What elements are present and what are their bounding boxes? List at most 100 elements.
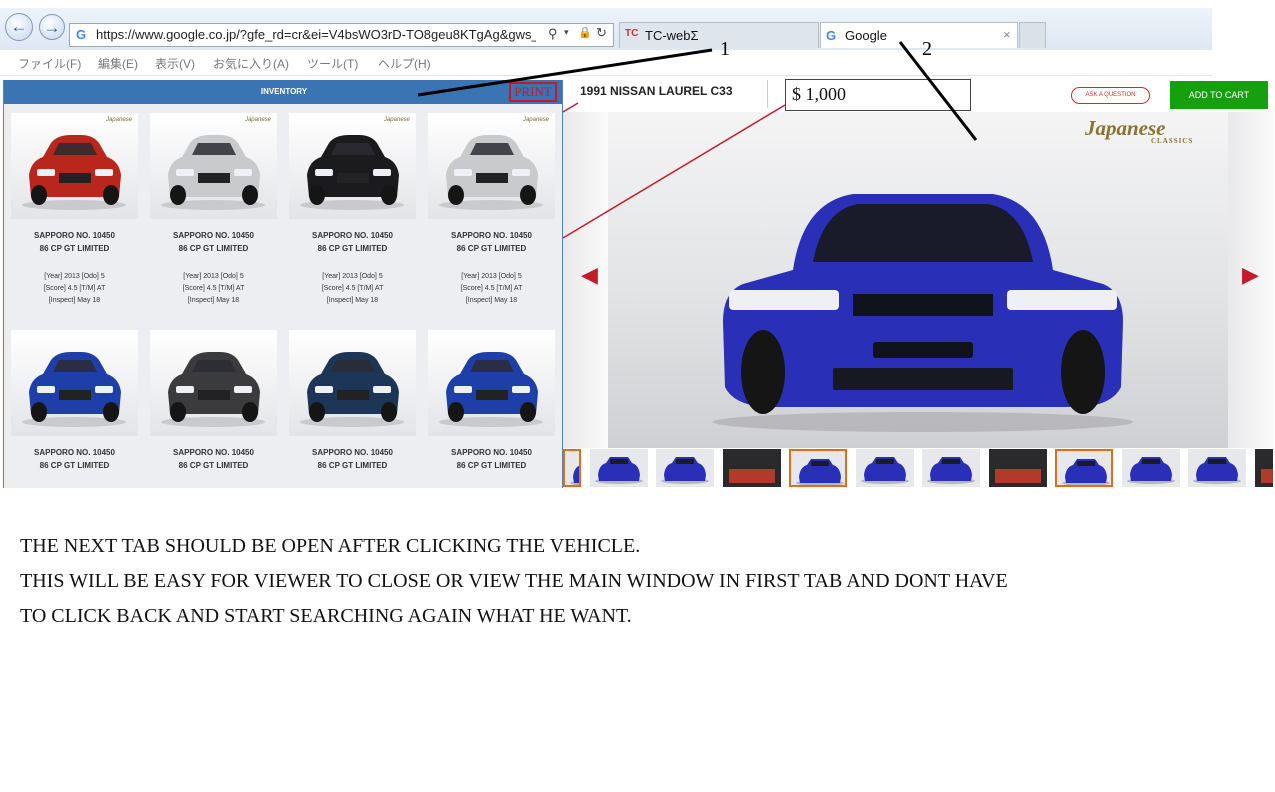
vehicle-image <box>161 135 265 210</box>
tab-google[interactable]: G Google × <box>820 22 1018 48</box>
vehicle-spec: [Inspect] May 18 <box>326 297 379 304</box>
vehicle-card[interactable]: SAPPORO NO. 1045086 CP GT LIMITED[Year] … <box>150 330 277 488</box>
refresh-icon[interactable]: ↻ <box>596 25 607 41</box>
thumbnail-item[interactable] <box>589 449 648 487</box>
ask-question-button[interactable]: ASK A QUESTION <box>1071 87 1150 104</box>
vehicle-thumbnail[interactable] <box>150 330 277 436</box>
tc-web-favicon-icon: TC <box>625 28 639 39</box>
dropdown-icon[interactable]: ▾ <box>564 27 569 38</box>
vehicle-image <box>300 135 404 210</box>
thumbnail-image <box>1254 449 1273 487</box>
inventory-panel: INVENTORY Japanese SAPPORO NO. 10450 86 CP… <box>3 80 563 488</box>
image-viewer: ◀ ▶ Japanese CLASSICS <box>563 112 1273 448</box>
instruction-line-2: THIS WILL BE EASY FOR VIEWER TO CLOSE OR… <box>20 570 1008 592</box>
vehicle-thumbnail[interactable] <box>11 330 138 436</box>
menu-tools[interactable]: ツール(T) <box>307 55 358 72</box>
thumbnail-item[interactable] <box>1121 449 1180 487</box>
vehicle-image <box>22 135 126 210</box>
new-tab-button[interactable] <box>1019 22 1046 48</box>
thumbnail-image <box>796 459 844 485</box>
thumbnail-item[interactable] <box>988 449 1047 487</box>
vehicle-grade: 86 CP GT LIMITED <box>317 244 388 253</box>
google-favicon-icon: G <box>76 27 87 42</box>
address-bar[interactable]: G https://www.google.co.jp/?gfe_rd=cr&ei… <box>69 23 614 47</box>
thumbnail-item[interactable] <box>789 449 847 487</box>
vehicle-location: SAPPORO NO. 10450 <box>451 448 532 457</box>
lock-icon: 🔒 <box>578 27 592 39</box>
price-box: $ 1,000 <box>785 79 971 111</box>
vehicle-thumbnail[interactable] <box>289 330 416 436</box>
product-title-text: 1991 NISSAN LAUREL C33 <box>580 84 733 98</box>
vehicle-card[interactable]: Japanese SAPPORO NO. 10450 86 CP GT LIMITE… <box>289 113 416 307</box>
vehicle-thumbnail[interactable]: Japanese <box>11 113 138 219</box>
vehicle-card[interactable]: SAPPORO NO. 1045086 CP GT LIMITED[Year] … <box>428 330 555 488</box>
menu-favorites[interactable]: お気に入り(A) <box>213 55 289 72</box>
thumbnail-image <box>570 465 579 485</box>
vehicle-thumbnail[interactable] <box>428 330 555 436</box>
thumbnail-item[interactable] <box>1055 449 1113 487</box>
forward-button[interactable]: → <box>39 14 65 40</box>
search-icon[interactable]: ⚲ <box>548 26 558 42</box>
vehicle-location: SAPPORO NO. 10450 <box>34 448 115 457</box>
vehicle-spec: [Inspect] May 18 <box>465 297 518 304</box>
vehicle-card[interactable]: SAPPORO NO. 1045086 CP GT LIMITED[Year] … <box>289 330 416 488</box>
vehicle-card[interactable]: Japanese SAPPORO NO. 10450 86 CP GT LIMITE… <box>150 113 277 307</box>
vehicle-image <box>439 135 543 210</box>
back-button[interactable]: ← <box>5 13 33 41</box>
thumbnail-image <box>1062 459 1110 485</box>
vehicle-spec: [Inspect] May 18 <box>48 297 101 304</box>
thumbnail-item[interactable] <box>563 449 581 487</box>
thumbnail-item[interactable] <box>656 449 714 487</box>
price-text: $ 1,000 <box>792 84 846 104</box>
vehicle-image <box>22 352 126 427</box>
vehicle-grade: 86 CP GT LIMITED <box>39 461 110 470</box>
logo-subtext: CLASSICS <box>1151 137 1194 145</box>
thumbnail-image <box>988 449 1047 487</box>
vehicle-thumbnail[interactable]: Japanese <box>428 113 555 219</box>
vehicle-thumbnail[interactable]: Japanese <box>150 113 277 219</box>
vehicle-spec: [Year] 2013 [Odo] 5 <box>183 273 244 280</box>
vehicle-grade: 86 CP GT LIMITED <box>39 244 110 253</box>
vehicle-card[interactable]: Japanese SAPPORO NO. 10450 86 CP GT LIMITE… <box>11 113 138 307</box>
thumbnail-image <box>927 457 975 484</box>
brand-watermark: Japanese <box>105 117 132 123</box>
thumbnail-item[interactable] <box>922 449 980 487</box>
thumbnail-item[interactable] <box>1254 449 1273 487</box>
vehicle-spec: [Year] 2013 [Odo] 5 <box>461 273 522 280</box>
vehicle-grade: 86 CP GT LIMITED <box>317 461 388 470</box>
vehicle-card[interactable]: Japanese SAPPORO NO. 10450 86 CP GT LIMITE… <box>428 113 555 307</box>
vehicle-spec: [Score] 4.5 [T/M] AT <box>460 285 523 292</box>
vehicle-spec: [Score] 4.5 [T/M] AT <box>182 285 245 292</box>
prev-arrow-icon[interactable]: ◀ <box>581 262 598 288</box>
google-favicon-icon: G <box>826 28 837 43</box>
prev-panel[interactable]: ◀ <box>563 112 608 448</box>
vehicle-location: SAPPORO NO. 10450 <box>451 231 532 240</box>
next-arrow-icon[interactable]: ▶ <box>1242 262 1259 288</box>
menu-help[interactable]: ヘルプ(H) <box>378 55 431 72</box>
close-tab-icon[interactable]: × <box>1003 27 1011 42</box>
thumbnail-item[interactable] <box>855 449 914 487</box>
vehicle-image <box>300 352 404 427</box>
instruction-line-1: THE NEXT TAB SHOULD BE OPEN AFTER CLICKI… <box>20 535 641 557</box>
vehicle-thumbnail[interactable]: Japanese <box>289 113 416 219</box>
vehicle-spec: [Year] 2013 [Odo] 5 <box>322 273 383 280</box>
vehicle-main-image[interactable] <box>703 172 1143 434</box>
vehicle-location: SAPPORO NO. 10450 <box>173 448 254 457</box>
next-panel[interactable]: ▶ <box>1228 112 1273 448</box>
inventory-header: INVENTORY <box>4 80 562 104</box>
add-to-cart-button[interactable]: ADD TO CART <box>1170 81 1268 109</box>
url-text: https://www.google.co.jp/?gfe_rd=cr&ei=V… <box>96 27 536 42</box>
thumbnail-image <box>594 457 643 484</box>
menu-file[interactable]: ファイル(F) <box>18 55 81 72</box>
menu-edit[interactable]: 編集(E) <box>98 55 138 72</box>
vehicle-card[interactable]: SAPPORO NO. 1045086 CP GT LIMITED[Year] … <box>11 330 138 488</box>
print-button[interactable]: PRINT <box>509 82 557 102</box>
thumbnail-item[interactable] <box>1188 449 1246 487</box>
product-title: 1991 NISSAN LAUREL C33 <box>575 80 768 108</box>
menu-view[interactable]: 表示(V) <box>155 55 195 72</box>
thumbnail-image <box>722 449 781 487</box>
thumbnail-item[interactable] <box>722 449 781 487</box>
vehicle-grade: 86 CP GT LIMITED <box>178 244 249 253</box>
vehicle-image <box>439 352 543 427</box>
tab-tc-web[interactable]: TC TC-webΣ <box>619 22 819 48</box>
